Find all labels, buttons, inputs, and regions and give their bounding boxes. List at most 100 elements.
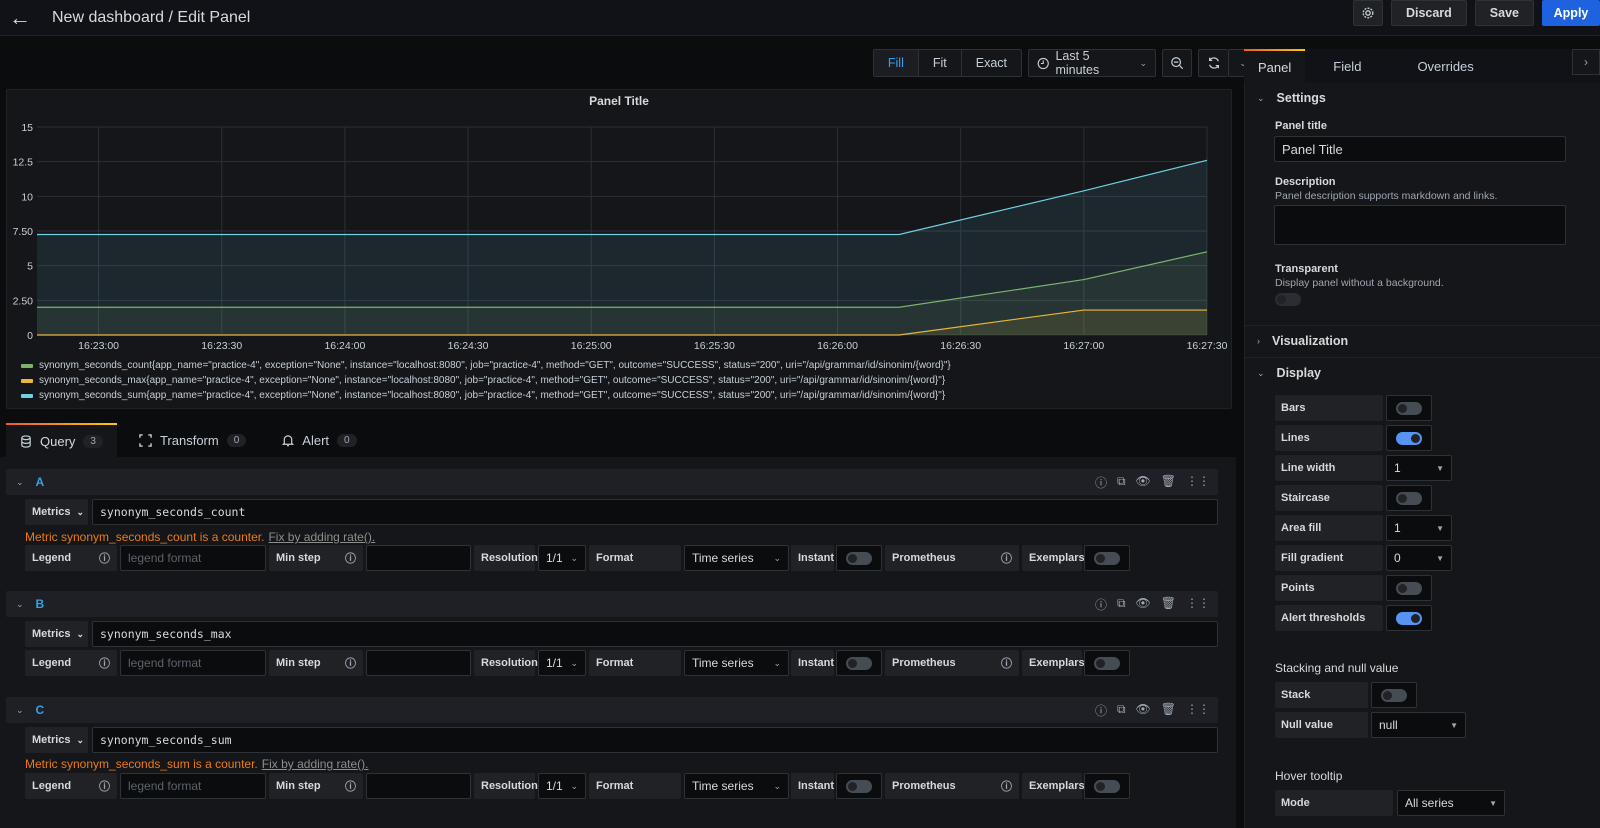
duplicate-icon[interactable]: ⧉ xyxy=(1117,596,1126,613)
toggle-switch[interactable] xyxy=(1396,401,1422,415)
tab-alert[interactable]: Alert 0 xyxy=(268,423,370,457)
toggle-switch[interactable] xyxy=(1094,551,1120,565)
alert-thresholds-toggle[interactable] xyxy=(1386,605,1432,631)
view-mode-exact[interactable]: Exact xyxy=(962,50,1021,76)
trash-icon[interactable]: 🗑 xyxy=(1161,474,1176,491)
info-icon[interactable]: ⓘ xyxy=(99,550,110,566)
tab-overrides[interactable]: Overrides xyxy=(1389,49,1501,83)
drag-handle-icon[interactable]: ⋮⋮ xyxy=(1186,596,1210,613)
visualization-section-header[interactable]: › Visualization xyxy=(1257,334,1348,348)
query-expression-input[interactable]: synonym_seconds_count xyxy=(92,499,1218,525)
format-select[interactable]: Time series ⌄ xyxy=(684,545,789,571)
collapse-pane-button[interactable]: › xyxy=(1572,49,1600,75)
toggle-switch[interactable] xyxy=(1396,431,1422,445)
duplicate-icon[interactable]: ⧉ xyxy=(1117,702,1126,719)
metrics-browser-button[interactable]: Metrics ⌄ xyxy=(25,621,88,647)
display-section-header[interactable]: ⌄ Display xyxy=(1257,366,1321,380)
toggle-switch[interactable] xyxy=(846,656,872,670)
exemplars-toggle[interactable] xyxy=(1084,773,1130,799)
help-icon[interactable]: ⓘ xyxy=(1095,702,1107,719)
instant-toggle[interactable] xyxy=(836,773,882,799)
eye-icon[interactable]: 👁 xyxy=(1136,474,1151,491)
legend-item[interactable]: synonym_seconds_max{app_name="practice-4… xyxy=(21,373,951,388)
toggle-switch[interactable] xyxy=(846,551,872,565)
info-icon[interactable]: ⓘ xyxy=(1001,550,1012,566)
settings-section-header[interactable]: ⌄ Settings xyxy=(1257,91,1326,105)
apply-button[interactable]: Apply xyxy=(1542,0,1600,26)
help-icon[interactable]: ⓘ xyxy=(1095,596,1107,613)
query-row-header[interactable]: ⌄ B ⓘ ⧉ 👁 🗑 ⋮⋮ xyxy=(6,591,1218,617)
info-icon[interactable]: ⓘ xyxy=(345,655,356,671)
legend-format-input[interactable]: legend format xyxy=(120,545,266,571)
discard-button[interactable]: Discard xyxy=(1390,0,1467,26)
metrics-browser-button[interactable]: Metrics ⌄ xyxy=(25,499,88,525)
panel-title-input[interactable]: Panel Title xyxy=(1274,136,1566,162)
chevron-down-icon[interactable]: ⌄ xyxy=(16,705,24,716)
duplicate-icon[interactable]: ⧉ xyxy=(1117,474,1126,491)
min-step-input[interactable] xyxy=(366,650,471,676)
tooltip-mode-select[interactable]: All series ▼ xyxy=(1397,790,1505,816)
info-icon[interactable]: ⓘ xyxy=(345,550,356,566)
exemplars-toggle[interactable] xyxy=(1084,650,1130,676)
trash-icon[interactable]: 🗑 xyxy=(1161,596,1176,613)
view-mode-fill[interactable]: Fill xyxy=(873,50,919,76)
legend-format-input[interactable]: legend format xyxy=(120,773,266,799)
toggle-switch[interactable] xyxy=(1396,581,1422,595)
fix-rate-link[interactable]: Fix by adding rate(). xyxy=(262,757,369,771)
instant-toggle[interactable] xyxy=(836,545,882,571)
format-select[interactable]: Time series ⌄ xyxy=(684,773,789,799)
fix-rate-link[interactable]: Fix by adding rate(). xyxy=(268,530,375,544)
eye-icon[interactable]: 👁 xyxy=(1136,702,1151,719)
instant-toggle[interactable] xyxy=(836,650,882,676)
legend-format-input[interactable]: legend format xyxy=(120,650,266,676)
info-icon[interactable]: ⓘ xyxy=(99,778,110,794)
info-icon[interactable]: ⓘ xyxy=(345,778,356,794)
info-icon[interactable]: ⓘ xyxy=(1001,655,1012,671)
query-row-header[interactable]: ⌄ A ⓘ ⧉ 👁 🗑 ⋮⋮ xyxy=(6,469,1218,495)
panel-settings-button[interactable] xyxy=(1352,0,1383,26)
line-width-select[interactable]: 1 ▼ xyxy=(1386,455,1452,481)
chevron-down-icon[interactable]: ⌄ xyxy=(16,477,24,488)
exemplars-toggle[interactable] xyxy=(1084,545,1130,571)
chevron-down-icon[interactable]: ⌄ xyxy=(16,599,24,610)
metrics-browser-button[interactable]: Metrics ⌄ xyxy=(25,727,88,753)
legend-item[interactable]: synonym_seconds_count{app_name="practice… xyxy=(21,358,951,373)
toggle-switch[interactable] xyxy=(1094,656,1120,670)
query-expression-input[interactable]: synonym_seconds_max xyxy=(92,621,1218,647)
format-select[interactable]: Time series ⌄ xyxy=(684,650,789,676)
points-toggle[interactable] xyxy=(1386,575,1432,601)
info-icon[interactable]: ⓘ xyxy=(1001,778,1012,794)
stack-toggle[interactable] xyxy=(1371,682,1417,708)
area-fill-select[interactable]: 1 ▼ xyxy=(1386,515,1452,541)
tab-panel[interactable]: Panel xyxy=(1244,49,1306,83)
transparent-toggle[interactable] xyxy=(1275,293,1301,306)
resolution-select[interactable]: 1/1 ⌄ xyxy=(538,650,586,676)
min-step-input[interactable] xyxy=(366,545,471,571)
refresh-button[interactable] xyxy=(1198,49,1228,77)
tab-query[interactable]: Query 3 xyxy=(6,423,117,457)
bars-toggle[interactable] xyxy=(1386,395,1432,421)
back-button[interactable]: ← xyxy=(0,0,40,36)
toggle-switch[interactable] xyxy=(1396,611,1422,625)
description-textarea[interactable] xyxy=(1274,205,1566,245)
lines-toggle[interactable] xyxy=(1386,425,1432,451)
toggle-switch[interactable] xyxy=(846,779,872,793)
min-step-input[interactable] xyxy=(366,773,471,799)
toggle-switch[interactable] xyxy=(1396,491,1422,505)
tab-field[interactable]: Field xyxy=(1305,49,1389,83)
drag-handle-icon[interactable]: ⋮⋮ xyxy=(1186,474,1210,491)
drag-handle-icon[interactable]: ⋮⋮ xyxy=(1186,702,1210,719)
time-range-picker[interactable]: Last 5 minutes ⌄ xyxy=(1028,49,1156,77)
tab-transform[interactable]: Transform 0 xyxy=(125,423,260,457)
staircase-toggle[interactable] xyxy=(1386,485,1432,511)
toggle-switch[interactable] xyxy=(1094,779,1120,793)
toggle-switch[interactable] xyxy=(1381,688,1407,702)
save-button[interactable]: Save xyxy=(1474,0,1534,26)
resolution-select[interactable]: 1/1 ⌄ xyxy=(538,545,586,571)
fill-gradient-select[interactable]: 0 ▼ xyxy=(1386,545,1452,571)
eye-icon[interactable]: 👁 xyxy=(1136,596,1151,613)
trash-icon[interactable]: 🗑 xyxy=(1161,702,1176,719)
info-icon[interactable]: ⓘ xyxy=(99,655,110,671)
query-expression-input[interactable]: synonym_seconds_sum xyxy=(92,727,1218,753)
resolution-select[interactable]: 1/1 ⌄ xyxy=(538,773,586,799)
